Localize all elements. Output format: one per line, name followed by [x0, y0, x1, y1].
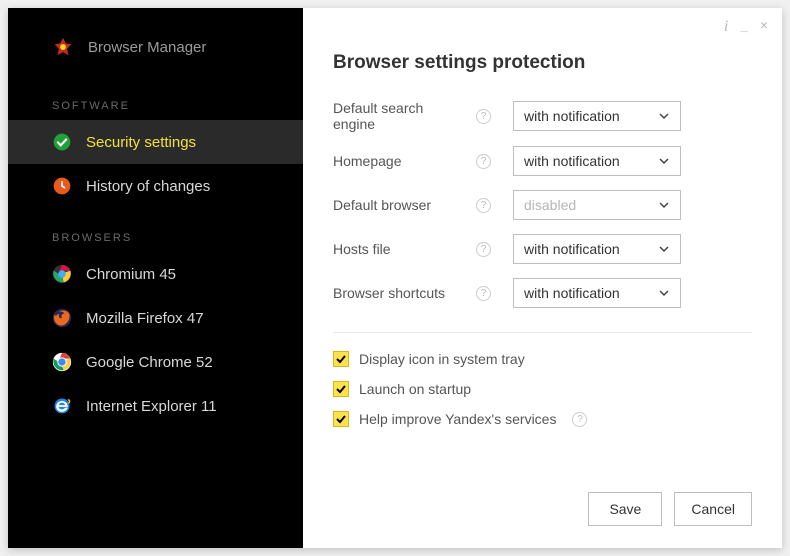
checkbox-row-improve: Help improve Yandex's services ? — [333, 411, 752, 427]
browser-firefox[interactable]: Mozilla Firefox 47 — [8, 296, 303, 340]
checkbox-label: Help improve Yandex's services — [359, 411, 556, 427]
nav-security-settings[interactable]: Security settings — [8, 120, 303, 164]
setting-label: Default browser ? — [333, 197, 513, 213]
row-browser-shortcuts: Browser shortcuts ? with notification — [333, 278, 752, 308]
chevron-down-icon — [658, 287, 670, 299]
help-icon[interactable]: ? — [476, 154, 491, 169]
setting-label: Browser shortcuts ? — [333, 285, 513, 301]
select-hosts-file[interactable]: with notification — [513, 234, 681, 264]
info-button[interactable]: i — [724, 18, 728, 36]
browser-label: Chromium 45 — [86, 266, 176, 283]
browser-label: Google Chrome 52 — [86, 354, 213, 371]
setting-label: Hosts file ? — [333, 241, 513, 257]
select-browser-shortcuts[interactable]: with notification — [513, 278, 681, 308]
help-icon[interactable]: ? — [476, 286, 491, 301]
firefox-icon — [52, 308, 72, 328]
help-icon[interactable]: ? — [476, 109, 491, 124]
checkbox-label: Display icon in system tray — [359, 351, 525, 367]
clock-icon — [52, 176, 72, 196]
browser-chromium[interactable]: Chromium 45 — [8, 252, 303, 296]
select-homepage[interactable]: with notification — [513, 146, 681, 176]
browser-label: Internet Explorer 11 — [86, 398, 217, 415]
chevron-down-icon — [658, 155, 670, 167]
page-title: Browser settings protection — [333, 52, 752, 74]
row-default-search: Default search engine ? with notificatio… — [333, 100, 752, 132]
help-icon[interactable]: ? — [476, 198, 491, 213]
checkbox-row-tray: Display icon in system tray — [333, 351, 752, 367]
window-controls: i _ ✕ — [724, 18, 768, 36]
nav-history-changes[interactable]: History of changes — [8, 164, 303, 208]
logo-icon — [52, 36, 74, 58]
checkbox-row-startup: Launch on startup — [333, 381, 752, 397]
check-icon — [335, 383, 347, 395]
setting-label: Homepage ? — [333, 153, 513, 169]
cancel-button[interactable]: Cancel — [674, 492, 752, 526]
close-button[interactable]: ✕ — [760, 18, 768, 36]
section-label-browsers: BROWSERS — [8, 218, 303, 252]
save-button[interactable]: Save — [588, 492, 662, 526]
row-default-browser: Default browser ? disabled — [333, 190, 752, 220]
ie-icon — [52, 396, 72, 416]
checkbox-startup[interactable] — [333, 381, 349, 397]
section-label-software: SOFTWARE — [8, 86, 303, 120]
checkbox-tray[interactable] — [333, 351, 349, 367]
chevron-down-icon — [658, 199, 670, 211]
select-default-browser[interactable]: disabled — [513, 190, 681, 220]
row-homepage: Homepage ? with notification — [333, 146, 752, 176]
select-default-search[interactable]: with notification — [513, 101, 681, 131]
nav-label: Security settings — [86, 134, 196, 151]
chevron-down-icon — [658, 243, 670, 255]
main-panel: i _ ✕ Browser settings protection Defaul… — [303, 8, 782, 548]
help-icon[interactable]: ? — [572, 412, 587, 427]
sidebar: Browser Manager SOFTWARE Security settin… — [8, 8, 303, 548]
check-icon — [335, 413, 347, 425]
browser-chrome[interactable]: Google Chrome 52 — [8, 340, 303, 384]
nav-label: History of changes — [86, 178, 210, 195]
check-icon — [335, 353, 347, 365]
chevron-down-icon — [658, 110, 670, 122]
browser-ie[interactable]: Internet Explorer 11 — [8, 384, 303, 428]
row-hosts-file: Hosts file ? with notification — [333, 234, 752, 264]
checkbox-improve[interactable] — [333, 411, 349, 427]
check-circle-icon — [52, 132, 72, 152]
sidebar-header: Browser Manager — [8, 8, 303, 86]
checkbox-label: Launch on startup — [359, 381, 471, 397]
chromium-icon — [52, 264, 72, 284]
app-window: Browser Manager SOFTWARE Security settin… — [8, 8, 782, 548]
minimize-button[interactable]: _ — [740, 18, 748, 36]
chrome-icon — [52, 352, 72, 372]
browser-label: Mozilla Firefox 47 — [86, 310, 204, 327]
app-title: Browser Manager — [88, 39, 206, 56]
setting-label: Default search engine ? — [333, 100, 513, 132]
button-row: Save Cancel — [333, 492, 752, 526]
help-icon[interactable]: ? — [476, 242, 491, 257]
divider — [333, 332, 752, 333]
